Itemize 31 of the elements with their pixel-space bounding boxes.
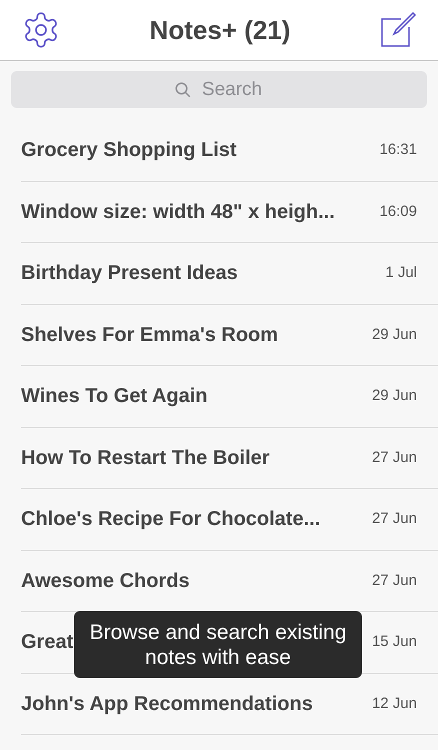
note-row[interactable]: Chloe's Recipe For Chocolate... 27 Jun <box>21 489 438 550</box>
search-icon <box>174 81 192 99</box>
note-title: How To Restart The Boiler <box>21 446 270 471</box>
note-title: Window size: width 48" x heigh... <box>21 200 335 225</box>
search-field[interactable]: Search <box>11 71 427 108</box>
note-title: Chloe's Recipe For Chocolate... <box>21 507 320 532</box>
note-date: 16:31 <box>379 140 417 160</box>
note-date: 27 Jun <box>372 509 417 529</box>
note-row[interactable]: Shelves For Emma's Room 29 Jun <box>21 304 438 366</box>
screen-title: Notes+ (21) <box>150 14 290 46</box>
note-date: 1 Jul <box>385 263 417 283</box>
note-title: Awesome Chords <box>21 568 190 594</box>
note-date: 29 Jun <box>372 324 417 344</box>
note-date: 16:09 <box>379 202 417 222</box>
note-title: Birthday Present Ideas <box>21 261 238 286</box>
note-title: Grocery Shopping List <box>21 138 237 164</box>
note-title: Wines To Get Again <box>21 384 208 410</box>
tooltip: Browse and search existing notes with ease <box>74 611 362 678</box>
note-row[interactable]: Window size: width 48" x heigh... 16:09 <box>21 182 438 243</box>
note-date: 27 Jun <box>372 570 417 590</box>
note-row[interactable]: Grocery Shopping List 16:31 <box>21 120 438 182</box>
note-row[interactable]: How To Restart The Boiler 27 Jun <box>21 428 438 489</box>
note-date: 15 Jun <box>372 632 417 652</box>
note-row[interactable]: Birthday Present Ideas 1 Jul <box>21 243 438 304</box>
note-date: 29 Jun <box>372 386 417 406</box>
note-row[interactable]: Wines To Get Again 29 Jun <box>21 366 438 428</box>
note-title: John's App Recommendations <box>21 692 313 717</box>
note-date: 27 Jun <box>372 448 417 468</box>
note-date: 12 Jun <box>372 694 417 714</box>
note-title: Shelves For Emma's Room <box>21 322 278 348</box>
note-title: Great <box>21 630 74 656</box>
